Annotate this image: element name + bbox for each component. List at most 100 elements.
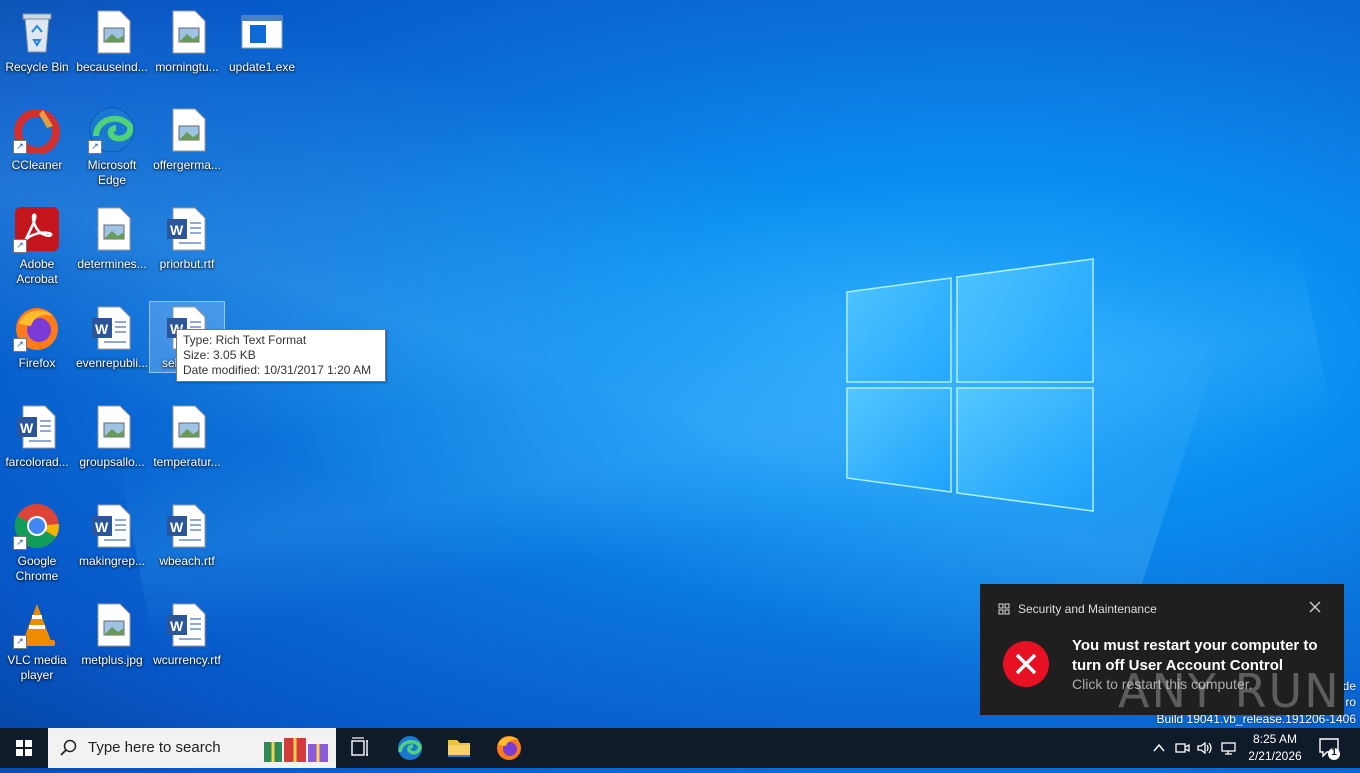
chrome-icon: ↗: [13, 502, 61, 550]
icon-label: CCleaner: [11, 158, 63, 172]
icon-label: determines...: [77, 257, 147, 271]
desktop-icon-morningtu[interactable]: morningtu...: [150, 8, 224, 75]
toast-app-name: Security and Maintenance: [1018, 602, 1157, 616]
icon-label: Firefox: [18, 356, 56, 370]
icon-label: temperatur...: [153, 455, 221, 469]
shortcut-arrow-icon: ↗: [13, 140, 27, 154]
clock-date: 2/21/2026: [1248, 749, 1302, 763]
notification-count-badge: 1: [1331, 747, 1337, 758]
ccleaner-icon: ↗: [13, 106, 61, 155]
icon-label: wbeach.rtf: [159, 554, 215, 568]
desktop-icon-evenrepubli[interactable]: W evenrepubli...: [75, 304, 149, 371]
acrobat-icon: ↗: [13, 205, 61, 253]
desktop-icon-groupsallo[interactable]: groupsallo...: [75, 403, 149, 470]
word-file-icon: W: [163, 502, 211, 550]
icon-label: Recycle Bin: [5, 60, 69, 74]
meet-now-icon[interactable]: [1174, 740, 1190, 756]
image-file-icon: [88, 601, 136, 649]
icon-label: makingrep...: [78, 554, 146, 568]
shortcut-arrow-icon: ↗: [88, 140, 102, 154]
word-file-icon: W: [163, 601, 211, 649]
firefox-icon: [497, 736, 521, 760]
taskbar-edge-button[interactable]: [386, 728, 434, 768]
chevron-up-icon[interactable]: [1152, 741, 1166, 755]
icon-label: farcolorad...: [5, 455, 69, 469]
file-explorer-icon: [448, 740, 470, 757]
desktop-icon-adobe-acrobat[interactable]: ↗ Adobe Acrobat: [0, 205, 74, 287]
svg-text:W: W: [20, 420, 34, 436]
desktop-icon-ccleaner[interactable]: ↗ CCleaner: [0, 106, 74, 173]
tooltip-type: Type: Rich Text Format: [183, 333, 307, 347]
desktop-icon-determines[interactable]: determines...: [75, 205, 149, 272]
close-icon[interactable]: [1308, 600, 1322, 614]
taskbar-clock[interactable]: 8:25 AM 2/21/2026: [1238, 731, 1312, 765]
start-button[interactable]: [0, 728, 48, 768]
network-icon[interactable]: [1220, 740, 1238, 756]
desktop-icon-temperatur[interactable]: temperatur...: [150, 403, 224, 470]
desktop-icon-becauseind[interactable]: becauseind...: [75, 8, 149, 75]
desktop-icon-firefox[interactable]: ↗ Firefox: [0, 304, 74, 371]
exe-file-icon: [238, 8, 286, 56]
desktop-icon-recycle-bin[interactable]: Recycle Bin: [0, 8, 74, 75]
shortcut-arrow-icon: ↗: [13, 536, 27, 550]
icon-label: Adobe Acrobat: [16, 257, 58, 286]
icon-label: becauseind...: [76, 60, 148, 74]
tooltip-date-modified: Date modified: 10/31/2017 1:20 AM: [183, 363, 372, 377]
svg-text:W: W: [170, 519, 184, 535]
desktop-icon-google-chrome[interactable]: ↗ Google Chrome: [0, 502, 74, 584]
word-file-icon: W: [88, 304, 136, 352]
svg-text:W: W: [170, 618, 184, 634]
svg-text:W: W: [95, 321, 109, 337]
search-placeholder: Type here to search: [88, 739, 221, 756]
icon-label: Google Chrome: [15, 554, 59, 583]
desktop-icon-wcurrency[interactable]: W wcurrency.rtf: [150, 601, 224, 668]
icon-label: wcurrency.rtf: [153, 653, 221, 667]
desktop-icon-metplus[interactable]: metplus.jpg: [75, 601, 149, 668]
desktop-icon-offergerma[interactable]: offergerma...: [150, 106, 224, 173]
desktop-icon-makingrep[interactable]: W makingrep...: [75, 502, 149, 569]
gifts-search-highlight-icon: [264, 738, 328, 762]
task-view-button[interactable]: [336, 728, 384, 768]
system-tray: [1148, 728, 1238, 768]
svg-text:W: W: [170, 222, 184, 238]
icon-label: morningtu...: [155, 60, 219, 74]
search-icon: [60, 739, 77, 756]
shortcut-arrow-icon: ↗: [13, 635, 27, 649]
desktop-icon-wbeach[interactable]: W wbeach.rtf: [150, 502, 224, 569]
icon-label: update1.exe: [228, 60, 296, 74]
word-file-icon: W: [13, 403, 61, 451]
build-text-line2: ro: [1345, 695, 1356, 709]
firefox-icon: ↗: [13, 304, 61, 352]
build-text-line1: de: [1342, 679, 1356, 693]
icon-label: Microsoft Edge: [87, 158, 137, 187]
desktop-icon-farcolorad[interactable]: W farcolorad...: [0, 403, 74, 470]
word-file-icon: W: [88, 502, 136, 550]
taskbar-file-explorer-button[interactable]: [435, 728, 483, 768]
icon-label: offergerma...: [153, 158, 221, 172]
security-flag-icon: [998, 603, 1010, 615]
image-file-icon: [163, 8, 211, 56]
desktop-icon-priorbut[interactable]: W priorbut.rtf: [150, 205, 224, 272]
desktop[interactable]: Recycle Bin ↗ CCleaner ↗ Adobe Acrobat ↗…: [0, 0, 1360, 728]
image-file-icon: [163, 403, 211, 451]
volume-icon[interactable]: [1196, 740, 1214, 756]
desktop-icon-vlc[interactable]: ↗ VLC media player: [0, 601, 74, 683]
vlc-icon: ↗: [13, 601, 61, 649]
toast-header: Security and Maintenance: [998, 602, 1157, 616]
word-file-icon: W: [163, 205, 211, 253]
task-view-icon: [351, 737, 368, 756]
svg-text:W: W: [95, 519, 109, 535]
taskbar-firefox-button[interactable]: [485, 728, 533, 768]
clock-time: 8:25 AM: [1252, 732, 1298, 746]
desktop-icon-update1[interactable]: update1.exe: [225, 8, 299, 75]
desktop-icon-microsoft-edge[interactable]: ↗ Microsoft Edge: [75, 106, 149, 188]
action-center-button[interactable]: 1: [1312, 728, 1360, 768]
icon-label: metplus.jpg: [81, 653, 143, 667]
edge-icon: ↗: [88, 106, 136, 154]
taskbar-search-box[interactable]: Type here to search: [48, 728, 336, 768]
tooltip-size: Size: 3.05 KB: [183, 348, 256, 362]
file-tooltip: Type: Rich Text Format Size: 3.05 KB Dat…: [176, 329, 386, 382]
image-file-icon: [88, 403, 136, 451]
image-file-icon: [88, 8, 136, 56]
windows-start-icon: [16, 740, 32, 756]
